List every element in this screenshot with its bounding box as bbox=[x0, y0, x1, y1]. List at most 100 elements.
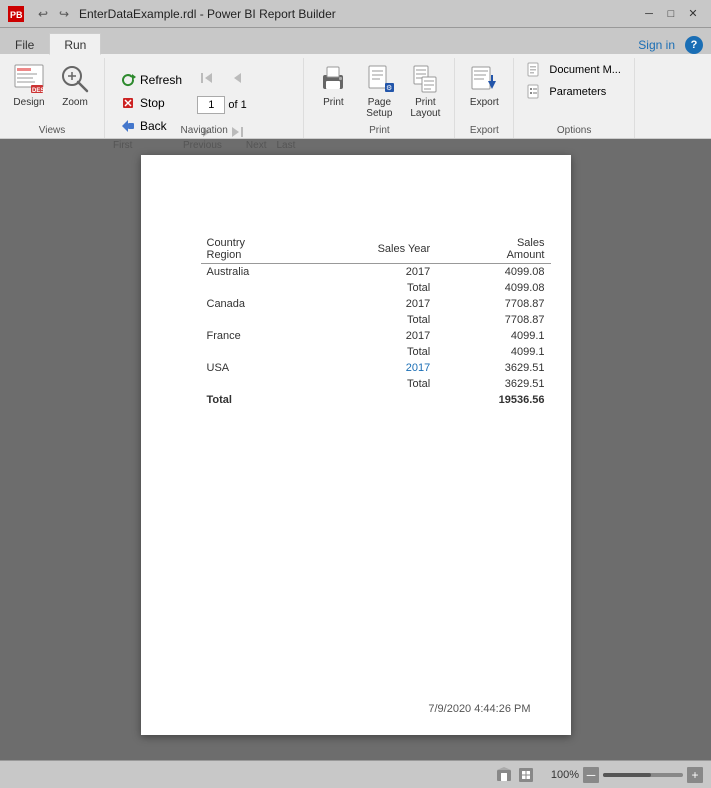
tab-run[interactable]: Run bbox=[49, 33, 101, 55]
table-row: Australia 2017 4099.08 bbox=[201, 264, 551, 281]
refresh-button[interactable]: Refresh bbox=[113, 69, 189, 91]
navigation-group-label: Navigation bbox=[105, 125, 303, 136]
col-header-year: Sales Year bbox=[309, 235, 437, 264]
ribbon-group-navigation: Refresh Stop bbox=[105, 58, 304, 138]
zoom-in-button[interactable]: + bbox=[687, 767, 703, 783]
print-layout-button[interactable]: PrintLayout bbox=[404, 60, 446, 122]
report-footer: 7/9/2020 4:44:26 PM bbox=[428, 703, 530, 715]
zoom-label: 100% bbox=[543, 769, 579, 781]
cell-year: 2017 bbox=[309, 296, 437, 312]
stop-icon bbox=[120, 95, 136, 111]
views-buttons: DESIGN Design Zoom bbox=[8, 58, 96, 127]
svg-text:PB: PB bbox=[10, 10, 23, 20]
cell-country bbox=[201, 344, 309, 360]
cell-year: 2017 bbox=[309, 328, 437, 344]
parameters-label: Parameters bbox=[549, 86, 606, 98]
signin-area: Sign in ? bbox=[634, 36, 711, 54]
options-group-label: Options bbox=[514, 125, 634, 136]
previous-button[interactable] bbox=[223, 64, 251, 92]
zoom-button[interactable]: Zoom bbox=[54, 60, 96, 111]
undo-button[interactable]: ↩ bbox=[34, 5, 52, 23]
page-input-container: of 1 bbox=[197, 96, 246, 114]
close-button[interactable]: ✕ bbox=[683, 5, 703, 23]
minimize-button[interactable]: ─ bbox=[639, 5, 659, 23]
tab-file[interactable]: File bbox=[0, 33, 49, 55]
signin-link[interactable]: Sign in bbox=[634, 36, 679, 54]
undo-redo-toolbar: ↩ ↪ bbox=[34, 5, 73, 23]
design-label: Design bbox=[13, 97, 44, 108]
status-icon-2 bbox=[517, 766, 535, 784]
page-number-input[interactable] bbox=[197, 96, 225, 114]
export-icon bbox=[468, 63, 500, 95]
cell-total-label: Total bbox=[201, 392, 309, 408]
print-layout-label: PrintLayout bbox=[410, 97, 440, 119]
table-row: Total 7708.87 bbox=[201, 312, 551, 328]
ribbon-group-views: DESIGN Design Zoom bbox=[0, 58, 105, 138]
restore-button[interactable]: □ bbox=[661, 5, 681, 23]
ribbon-tabs: File Run Sign in ? bbox=[0, 28, 711, 54]
footer-date: 7/9/2020 4:44:26 PM bbox=[428, 703, 530, 715]
title-bar: PB ↩ ↪ EnterDataExample.rdl - Power BI R… bbox=[0, 0, 711, 28]
document-map-button[interactable]: Document M... bbox=[522, 60, 626, 80]
cell-amount: 7708.87 bbox=[436, 312, 550, 328]
parameters-button[interactable]: Parameters bbox=[522, 82, 626, 102]
svg-text:DESIGN: DESIGN bbox=[32, 88, 45, 94]
cell-year: Total bbox=[309, 280, 437, 296]
col-header-amount: SalesAmount bbox=[436, 235, 550, 264]
views-group-label: Views bbox=[0, 125, 104, 136]
export-group-label: Export bbox=[455, 125, 513, 136]
table-header-row: CountryRegion Sales Year SalesAmount bbox=[201, 235, 551, 264]
refresh-label: Refresh bbox=[140, 73, 182, 87]
col-header-country: CountryRegion bbox=[201, 235, 309, 264]
main-area: CountryRegion Sales Year SalesAmount Aus… bbox=[0, 139, 711, 760]
ribbon-content: DESIGN Design Zoom bbox=[0, 54, 711, 138]
table-row: Total 4099.1 bbox=[201, 344, 551, 360]
table-row: USA 2017 3629.51 bbox=[201, 360, 551, 376]
help-icon[interactable]: ? bbox=[685, 36, 703, 54]
cell-country: USA bbox=[201, 360, 309, 376]
nav-arrows-top bbox=[193, 64, 251, 92]
options-items: Document M... Parameters bbox=[522, 58, 626, 118]
page-setup-button[interactable]: ⚙ PageSetup bbox=[358, 60, 400, 122]
table-row: Canada 2017 7708.87 bbox=[201, 296, 551, 312]
zoom-slider-track bbox=[603, 773, 651, 777]
zoom-out-button[interactable]: ─ bbox=[583, 767, 599, 783]
status-icons bbox=[495, 766, 535, 784]
zoom-slider[interactable] bbox=[603, 773, 683, 777]
first-button[interactable] bbox=[193, 64, 221, 92]
svg-text:⚙: ⚙ bbox=[386, 84, 392, 92]
cell-year: Total bbox=[309, 312, 437, 328]
design-button[interactable]: DESIGN Design bbox=[8, 60, 50, 111]
print-button[interactable]: Print bbox=[312, 60, 354, 111]
cell-year: Total bbox=[309, 344, 437, 360]
redo-button[interactable]: ↪ bbox=[55, 5, 73, 23]
export-button[interactable]: Export bbox=[463, 60, 505, 111]
document-map-icon bbox=[527, 62, 543, 78]
table-row: Total 4099.08 bbox=[201, 280, 551, 296]
app-icon: PB bbox=[8, 6, 24, 22]
stop-button[interactable]: Stop bbox=[113, 92, 189, 114]
prev-label-text: Previous bbox=[183, 140, 222, 151]
cell-year-blue: 2017 bbox=[309, 360, 437, 376]
table-row: Total 3629.51 bbox=[201, 376, 551, 392]
refresh-icon bbox=[120, 72, 136, 88]
table-total-row: Total 19536.56 bbox=[201, 392, 551, 408]
cell-amount: 4099.1 bbox=[436, 328, 550, 344]
ribbon-group-options: Document M... Parameters Op bbox=[514, 58, 635, 138]
cell-country: France bbox=[201, 328, 309, 344]
first-label-text: First bbox=[113, 140, 173, 151]
status-bar: 100% ─ + bbox=[0, 760, 711, 788]
cell-country bbox=[201, 376, 309, 392]
cell-amount: 4099.08 bbox=[436, 264, 550, 281]
cell-amount: 4099.1 bbox=[436, 344, 550, 360]
export-label: Export bbox=[470, 97, 499, 108]
last-label-text: Last bbox=[276, 140, 295, 151]
cell-total-amount: 19536.56 bbox=[436, 392, 550, 408]
cell-country: Canada bbox=[201, 296, 309, 312]
page-of-label: of 1 bbox=[228, 99, 246, 111]
print-layout-icon bbox=[409, 63, 441, 95]
parameters-icon bbox=[527, 84, 543, 100]
document-map-label: Document M... bbox=[549, 64, 621, 76]
cell-amount: 3629.51 bbox=[436, 376, 550, 392]
stop-label: Stop bbox=[140, 96, 165, 110]
